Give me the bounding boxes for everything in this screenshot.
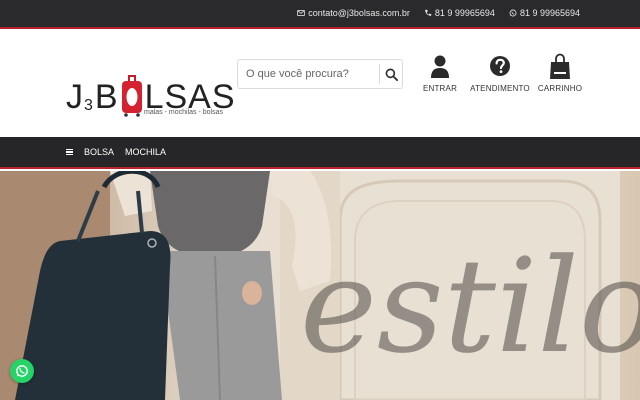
whatsapp-contact[interactable]: 81 9 99965694: [509, 8, 580, 18]
main-nav: BOLSA MOCHILA: [0, 137, 640, 169]
phone-contact[interactable]: 81 9 99965694: [424, 8, 495, 18]
nav-item-mochila[interactable]: MOCHILA: [125, 147, 166, 157]
envelope-icon: [297, 10, 305, 16]
login-button[interactable]: ENTRAR: [410, 53, 470, 93]
banner-script-text: estilo: [300, 230, 640, 382]
site-logo[interactable]: J 3 B LSAS malas - mochilas - bolsas: [66, 53, 235, 123]
cart-label: CARRINHO: [537, 84, 583, 93]
hamburger-menu-icon[interactable]: [66, 148, 73, 156]
phone-text: 81 9 99965694: [434, 8, 495, 18]
search-box: [237, 59, 403, 89]
search-icon: [385, 68, 398, 81]
logo-letter-b: B: [94, 78, 119, 116]
user-icon: [431, 55, 449, 78]
shopping-bag-icon: [550, 53, 570, 79]
whatsapp-icon: [509, 9, 517, 17]
email-contact[interactable]: contato@j3bolsas.com.br: [297, 8, 410, 18]
site-header: J 3 B LSAS malas - mochilas - bolsas ENT…: [0, 31, 640, 137]
whatsapp-float-button[interactable]: [10, 359, 34, 383]
login-label: ENTRAR: [422, 84, 458, 93]
logo-letter-j: J: [66, 78, 84, 116]
support-button[interactable]: ATENDIMENTO: [470, 53, 530, 93]
logo-tagline: malas - mochilas - bolsas: [144, 109, 223, 116]
suitcase-icon: [121, 75, 142, 117]
question-circle-icon: [490, 56, 510, 76]
logo-number: 3: [84, 97, 94, 114]
nav-item-bolsa[interactable]: BOLSA: [84, 147, 114, 157]
phone-icon: [425, 9, 432, 16]
contact-list: contato@j3bolsas.com.br 81 9 99965694 81…: [297, 8, 580, 18]
whatsapp-icon: [16, 365, 28, 377]
cart-button[interactable]: CARRINHO: [530, 53, 590, 93]
hero-image: estilo: [0, 171, 640, 400]
search-button[interactable]: [380, 60, 402, 88]
hero-banner[interactable]: estilo: [0, 171, 640, 400]
email-text: contato@j3bolsas.com.br: [308, 8, 410, 18]
support-label: ATENDIMENTO: [470, 84, 530, 93]
top-bar: contato@j3bolsas.com.br 81 9 99965694 81…: [0, 0, 640, 29]
whatsapp-text: 81 9 99965694: [519, 8, 580, 18]
search-input[interactable]: [238, 60, 379, 88]
